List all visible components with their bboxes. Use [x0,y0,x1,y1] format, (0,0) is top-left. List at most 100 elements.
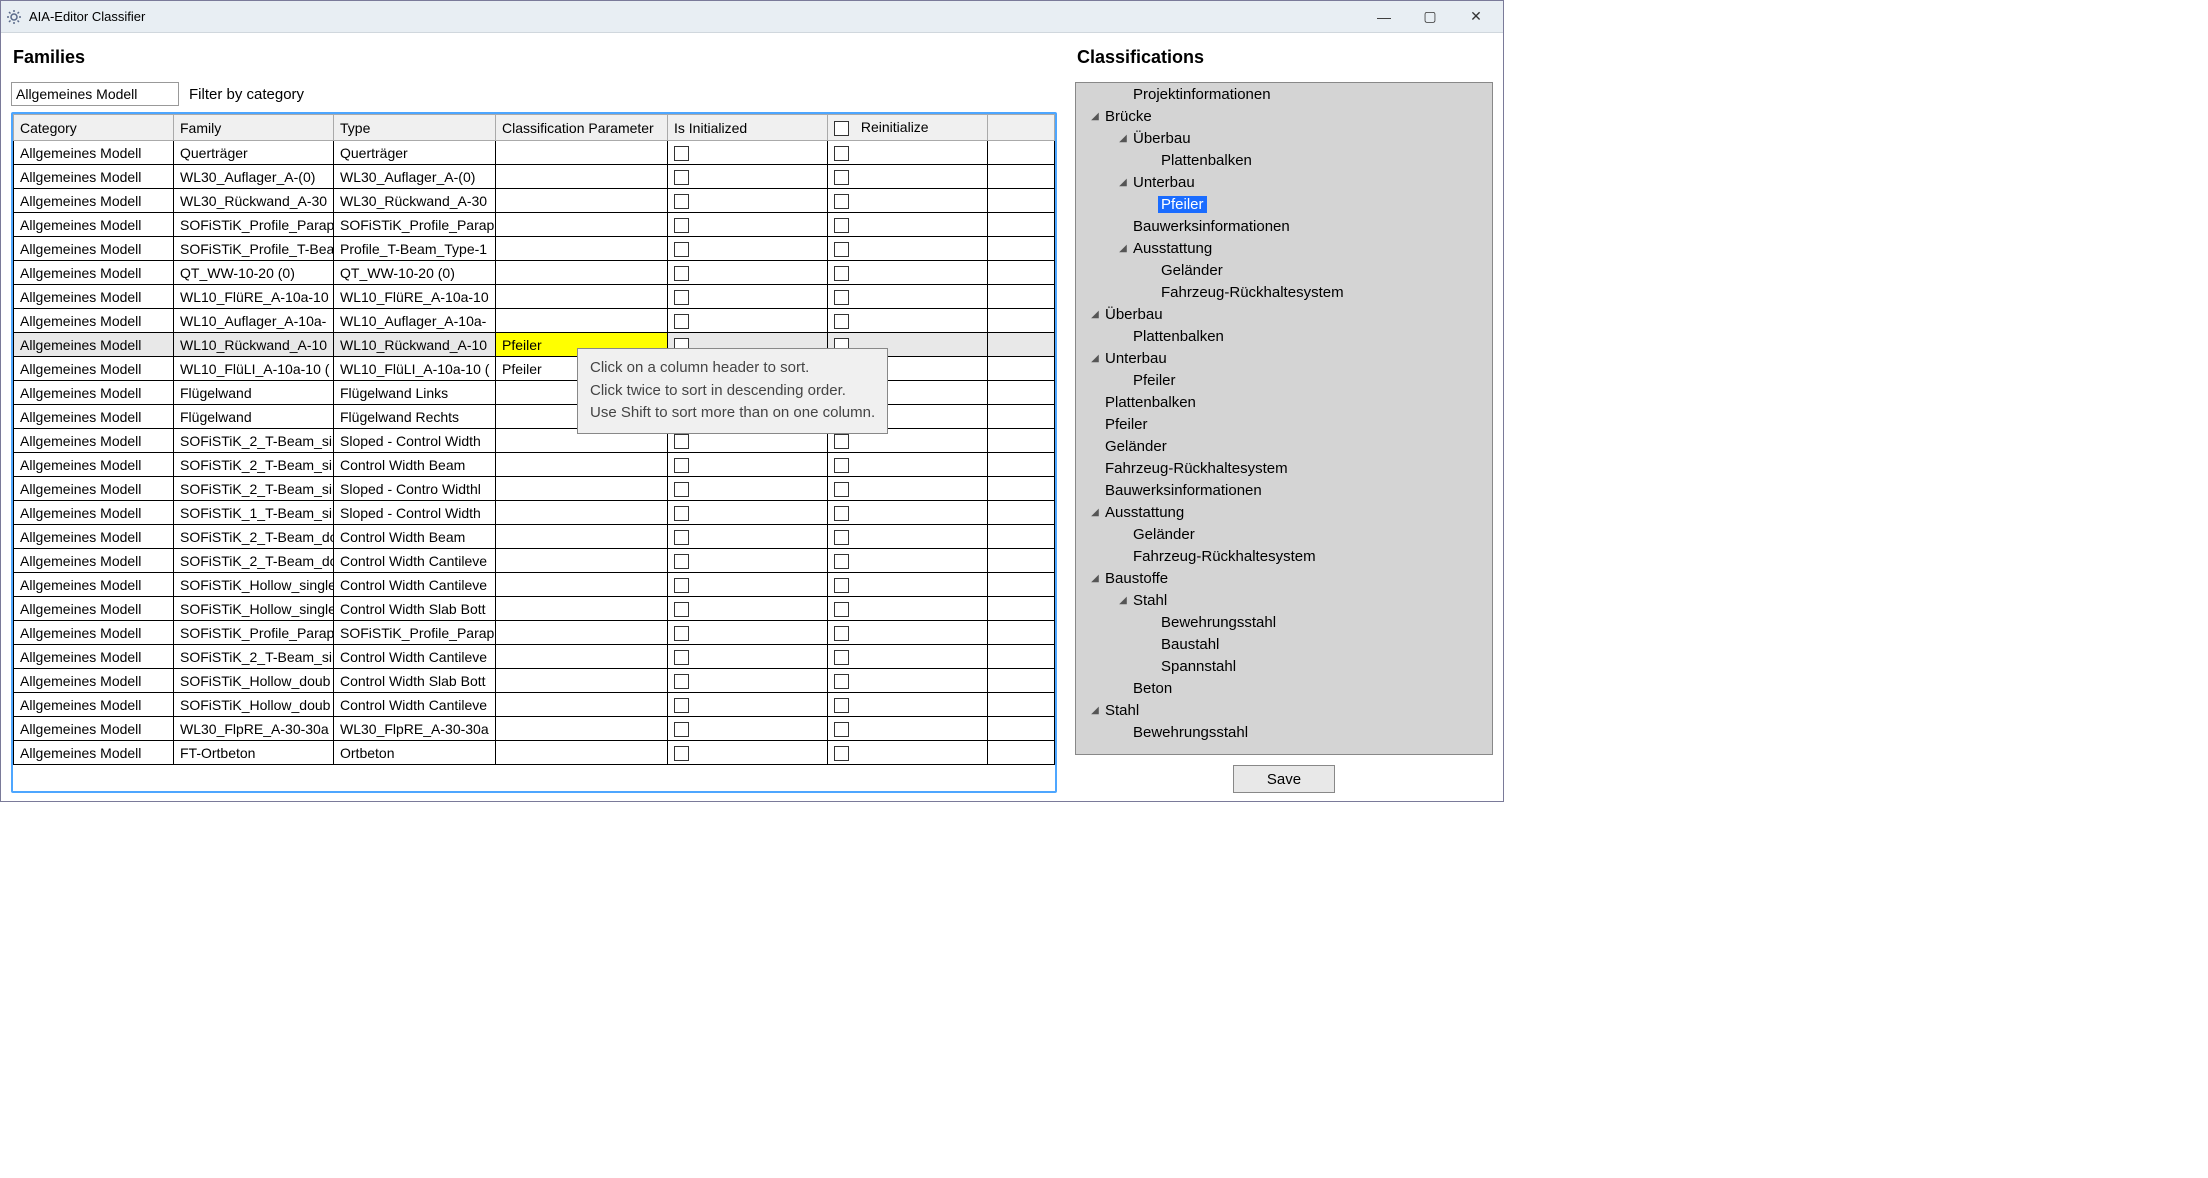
caret-down-icon[interactable]: ◢ [1116,243,1130,254]
tree-item[interactable]: Pfeiler [1076,369,1492,391]
table-row[interactable]: Allgemeines ModellFT-OrtbetonOrtbeton [14,741,1055,765]
is-initialized-checkbox[interactable] [674,314,689,329]
caret-down-icon[interactable]: ◢ [1088,353,1102,364]
tree-item[interactable]: Geländer [1076,523,1492,545]
reinitialize-checkbox[interactable] [834,722,849,737]
table-row[interactable]: Allgemeines ModellWL30_Rückwand_A-30WL30… [14,189,1055,213]
tree-item[interactable]: Fahrzeug-Rückhaltesystem [1076,457,1492,479]
table-row[interactable]: Allgemeines ModellWL10_FlüRE_A-10a-10WL1… [14,285,1055,309]
tree-item[interactable]: Plattenbalken [1076,325,1492,347]
table-row[interactable]: Allgemeines ModellSOFiSTiK_Profile_Parap… [14,621,1055,645]
tree-item[interactable]: ◢Ausstattung [1076,501,1492,523]
families-table-scroll[interactable]: Category Family Type Classification Para… [13,114,1055,791]
table-row[interactable]: Allgemeines ModellSOFiSTiK_Hollow_doubCo… [14,693,1055,717]
tree-item[interactable]: ◢Unterbau [1076,347,1492,369]
tree-item[interactable]: ◢Überbau [1076,303,1492,325]
is-initialized-checkbox[interactable] [674,530,689,545]
close-button[interactable]: ✕ [1453,2,1499,32]
table-row[interactable]: Allgemeines ModellSOFiSTiK_2_T-Beam_doCo… [14,525,1055,549]
table-row[interactable]: Allgemeines ModellSOFiSTiK_Hollow_doubCo… [14,669,1055,693]
caret-down-icon[interactable]: ◢ [1088,705,1102,716]
reinitialize-checkbox[interactable] [834,266,849,281]
reinitialize-checkbox[interactable] [834,626,849,641]
reinitialize-checkbox[interactable] [834,650,849,665]
table-row[interactable]: Allgemeines ModellSOFiSTiK_Hollow_single… [14,597,1055,621]
is-initialized-checkbox[interactable] [674,194,689,209]
tree-item[interactable]: Spannstahl [1076,655,1492,677]
table-row[interactable]: Allgemeines ModellSOFiSTiK_2_T-Beam_sinC… [14,645,1055,669]
caret-down-icon[interactable]: ◢ [1088,309,1102,320]
is-initialized-checkbox[interactable] [674,626,689,641]
tree-item[interactable]: Plattenbalken [1076,149,1492,171]
is-initialized-checkbox[interactable] [674,170,689,185]
table-row[interactable]: Allgemeines ModellFlügelwandFlügelwand L… [14,381,1055,405]
is-initialized-checkbox[interactable] [674,290,689,305]
save-button[interactable]: Save [1233,765,1335,793]
table-row[interactable]: Allgemeines ModellWL30_Auflager_A-(0)WL3… [14,165,1055,189]
tree-item[interactable]: Geländer [1076,259,1492,281]
tree-item[interactable]: Bewehrungsstahl [1076,611,1492,633]
tree-item[interactable]: ◢Brücke [1076,105,1492,127]
classifications-tree-scroll[interactable]: Projektinformationen◢Brücke◢ÜberbauPlatt… [1076,83,1492,754]
reinitialize-checkbox[interactable] [834,242,849,257]
col-initialized-header[interactable]: Is Initialized [668,115,828,141]
tree-item[interactable]: ◢Stahl [1076,699,1492,721]
tree-item[interactable]: Beton [1076,677,1492,699]
tree-item[interactable]: Bauwerksinformationen [1076,215,1492,237]
reinitialize-checkbox[interactable] [834,578,849,593]
caret-down-icon[interactable]: ◢ [1088,507,1102,518]
is-initialized-checkbox[interactable] [674,602,689,617]
caret-down-icon[interactable]: ◢ [1088,573,1102,584]
category-filter-select[interactable]: Allgemeines Modell [11,82,179,106]
table-row[interactable]: Allgemeines ModellSOFiSTiK_2_T-Beam_sinS… [14,429,1055,453]
col-type-header[interactable]: Type [334,115,496,141]
reinitialize-checkbox[interactable] [834,530,849,545]
table-row[interactable]: Allgemeines ModellWL10_Auflager_A-10a-WL… [14,309,1055,333]
tree-item[interactable]: Geländer [1076,435,1492,457]
caret-down-icon[interactable]: ◢ [1088,111,1102,122]
is-initialized-checkbox[interactable] [674,650,689,665]
reinitialize-checkbox[interactable] [834,746,849,761]
tree-item[interactable]: Pfeiler [1076,193,1492,215]
tree-item[interactable]: Pfeiler [1076,413,1492,435]
table-row[interactable]: Allgemeines ModellSOFiSTiK_1_T-Beam_sinS… [14,501,1055,525]
is-initialized-checkbox[interactable] [674,578,689,593]
caret-down-icon[interactable]: ◢ [1116,177,1130,188]
reinitialize-checkbox[interactable] [834,170,849,185]
tree-item[interactable]: ◢Stahl [1076,589,1492,611]
tree-item[interactable]: ◢Baustoffe [1076,567,1492,589]
table-row[interactable]: Allgemeines ModellSOFiSTiK_Profile_T-Bea… [14,237,1055,261]
tree-item[interactable]: Fahrzeug-Rückhaltesystem [1076,281,1492,303]
is-initialized-checkbox[interactable] [674,674,689,689]
table-row[interactable]: Allgemeines ModellSOFiSTiK_2_T-Beam_sinC… [14,453,1055,477]
table-row[interactable]: Allgemeines ModellSOFiSTiK_Profile_Parap… [14,213,1055,237]
is-initialized-checkbox[interactable] [674,506,689,521]
is-initialized-checkbox[interactable] [674,698,689,713]
is-initialized-checkbox[interactable] [674,434,689,449]
col-family-header[interactable]: Family [174,115,334,141]
tree-item[interactable]: Bauwerksinformationen [1076,479,1492,501]
table-row[interactable]: Allgemeines ModellWL10_Rückwand_A-10WL10… [14,333,1055,357]
reinitialize-checkbox[interactable] [834,146,849,161]
reinitialize-checkbox[interactable] [834,314,849,329]
reinitialize-checkbox[interactable] [834,218,849,233]
reinitialize-checkbox[interactable] [834,554,849,569]
reinitialize-checkbox[interactable] [834,458,849,473]
reinitialize-checkbox[interactable] [834,602,849,617]
tree-item[interactable]: ◢Ausstattung [1076,237,1492,259]
table-row[interactable]: Allgemeines ModellFlügelwandFlügelwand R… [14,405,1055,429]
is-initialized-checkbox[interactable] [674,266,689,281]
reinitialize-checkbox[interactable] [834,482,849,497]
reinitialize-checkbox[interactable] [834,194,849,209]
tree-item[interactable]: Fahrzeug-Rückhaltesystem [1076,545,1492,567]
reinitialize-header-checkbox[interactable] [834,121,849,136]
col-reinitialize-header[interactable]: Reinitialize [828,115,988,141]
table-row[interactable]: Allgemeines ModellSOFiSTiK_2_T-Beam_sinS… [14,477,1055,501]
caret-down-icon[interactable]: ◢ [1116,595,1130,606]
is-initialized-checkbox[interactable] [674,722,689,737]
table-row[interactable]: Allgemeines ModellSOFiSTiK_2_T-Beam_doCo… [14,549,1055,573]
is-initialized-checkbox[interactable] [674,218,689,233]
tree-item[interactable]: Plattenbalken [1076,391,1492,413]
table-row[interactable]: Allgemeines ModellQT_WW-10-20 (0)QT_WW-1… [14,261,1055,285]
is-initialized-checkbox[interactable] [674,554,689,569]
